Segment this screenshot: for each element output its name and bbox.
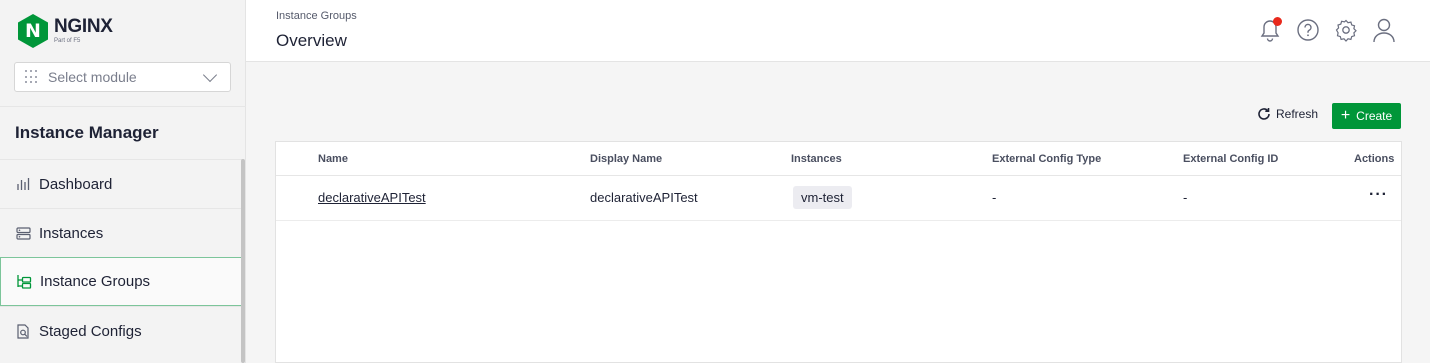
sidebar-item-dashboard[interactable]: Dashboard: [0, 159, 242, 208]
create-label: Create: [1356, 109, 1393, 123]
chevron-down-icon: [202, 67, 218, 82]
sidebar: N NGINX Part of F5 Select module Instanc…: [0, 0, 246, 363]
external-config-type-cell: -: [992, 190, 997, 205]
module-select-placeholder: Select module: [48, 69, 137, 85]
breadcrumb[interactable]: Instance Groups: [276, 10, 357, 22]
sidebar-item-instance-groups[interactable]: Instance Groups: [0, 257, 242, 306]
bell-icon[interactable]: [1256, 16, 1284, 44]
refresh-icon: [1258, 108, 1270, 120]
column-header-actions: Actions: [1354, 153, 1395, 165]
module-select[interactable]: Select module: [14, 62, 231, 92]
page-header: Instance Groups Overview: [246, 0, 1430, 62]
sidebar-section-title: Instance Manager: [15, 123, 159, 142]
plus-icon: +: [1340, 107, 1351, 124]
sidebar-divider: [0, 106, 246, 107]
nginx-logo[interactable]: N NGINX Part of F5: [18, 14, 113, 48]
sidebar-scrollbar[interactable]: [241, 159, 245, 363]
sidebar-item-label: Staged Configs: [39, 322, 142, 340]
table-header: Name Display Name Instances External Con…: [276, 142, 1401, 176]
column-header-name[interactable]: Name: [318, 153, 348, 165]
instance-group-name-link[interactable]: declarativeAPITest: [318, 190, 426, 205]
user-icon[interactable]: [1370, 16, 1398, 44]
staged-configs-icon: [15, 323, 31, 339]
sidebar-item-label: Instance Groups: [40, 273, 151, 290]
logo-letter: N: [25, 20, 41, 42]
column-header-instances[interactable]: Instances: [791, 153, 842, 165]
sidebar-item-instances[interactable]: Instances: [0, 208, 242, 257]
header-actions: [1246, 16, 1398, 44]
instance-groups-table: Name Display Name Instances External Con…: [275, 141, 1402, 363]
display-name-cell: declarativeAPITest: [590, 190, 698, 205]
sidebar-item-staged-configs[interactable]: Staged Configs: [0, 306, 242, 355]
create-button[interactable]: + Create: [1332, 103, 1401, 129]
refresh-label: Refresh: [1276, 107, 1319, 121]
external-config-id-cell: -: [1183, 190, 1188, 205]
column-header-external-config-id[interactable]: External Config ID: [1183, 153, 1278, 165]
instance-chip[interactable]: vm-test: [793, 186, 852, 209]
server-icon: [15, 225, 31, 241]
column-header-display-name[interactable]: Display Name: [590, 153, 662, 165]
sidebar-item-label: Dashboard: [39, 175, 113, 193]
notification-dot: [1273, 17, 1282, 26]
bar-chart-icon: [15, 176, 31, 192]
sidebar-nav: Dashboard Instances Instance Groups Stag…: [0, 159, 242, 355]
nginx-logo-icon: N: [18, 14, 48, 48]
table-row: declarativeAPITest declarativeAPITest vm…: [276, 176, 1401, 221]
apps-grid-icon: [25, 70, 39, 84]
refresh-button[interactable]: Refresh: [1257, 107, 1318, 121]
row-actions-menu-icon[interactable]: ···: [1369, 186, 1388, 204]
sidebar-item-label: Instances: [39, 224, 104, 242]
gear-icon[interactable]: [1332, 16, 1360, 44]
instance-groups-icon: [16, 274, 32, 290]
brand-subtitle: Part of F5: [54, 37, 81, 44]
column-header-external-config-type[interactable]: External Config Type: [992, 153, 1101, 165]
help-icon[interactable]: [1294, 16, 1322, 44]
brand-name: NGINX: [54, 15, 113, 37]
page-title: Overview: [276, 31, 347, 50]
logo-text: NGINX Part of F5: [54, 15, 113, 45]
